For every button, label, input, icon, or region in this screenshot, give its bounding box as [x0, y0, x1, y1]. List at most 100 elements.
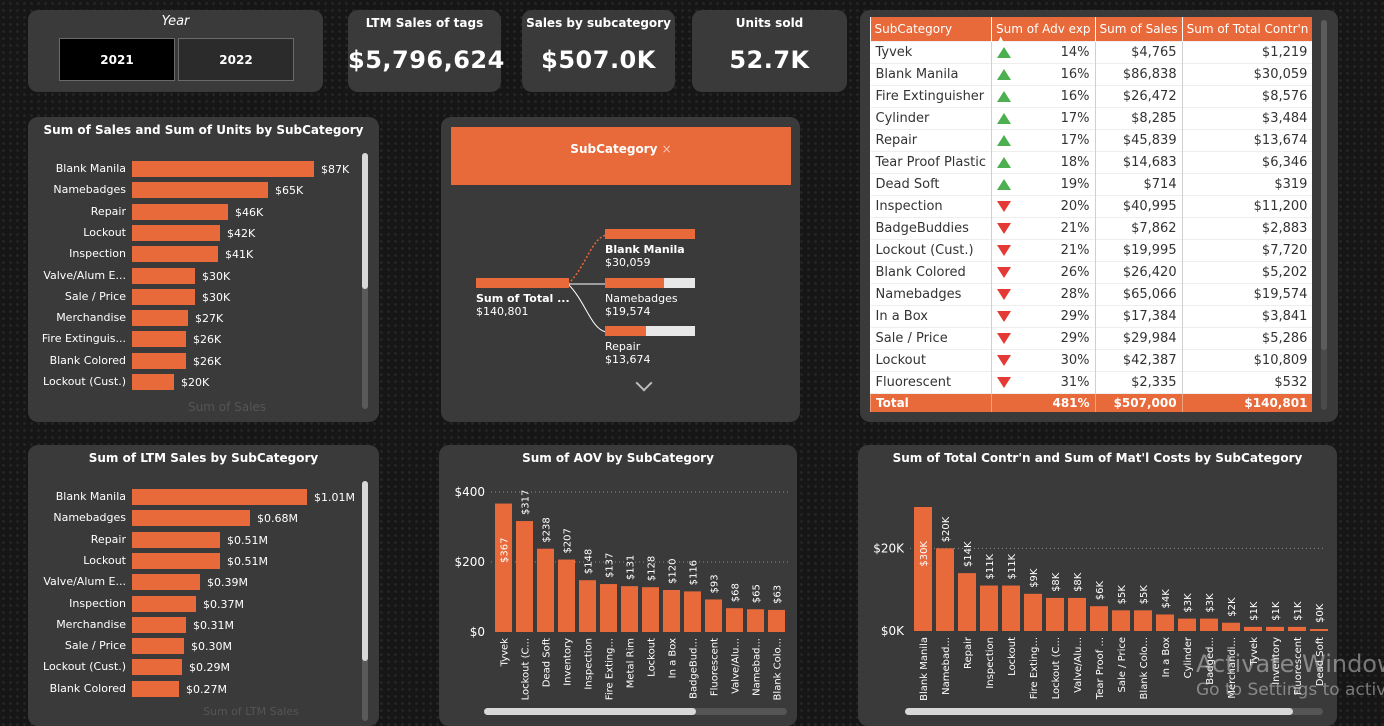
bar[interactable]	[132, 246, 218, 263]
column-bar[interactable]	[579, 580, 596, 632]
year-option-2021[interactable]: 2021	[59, 38, 175, 81]
decomp-child-node[interactable]: Blank Manila $30,059	[605, 229, 697, 269]
table-row[interactable]: Lockout (Cust.) 21% $19,995 $7,720	[870, 239, 1313, 262]
table-row[interactable]: BadgeBuddies 21% $7,862 $2,883	[870, 217, 1313, 240]
column-bar[interactable]	[642, 587, 659, 632]
column-bar[interactable]	[1002, 585, 1020, 631]
decomp-root-node[interactable]: Sum of Total ... $140,801	[476, 278, 570, 318]
bar-row[interactable]: Blank Manila $87K	[28, 161, 358, 177]
bar-row[interactable]: Lockout (Cust.) $20K	[28, 374, 358, 390]
bar-row[interactable]: Sale / Price $0.30M	[28, 638, 358, 655]
column-bar[interactable]	[726, 608, 743, 632]
column-bar[interactable]	[516, 521, 533, 632]
column-bar[interactable]	[537, 548, 554, 632]
ltm-sales-scrollbar-thumb[interactable]	[362, 481, 368, 661]
column-bar[interactable]	[914, 507, 932, 631]
table-row[interactable]: Inspection 20% $40,995 $11,200	[870, 195, 1313, 218]
column-header-adv-exp[interactable]: Sum of Adv exp ▲	[991, 17, 1096, 43]
column-bar[interactable]	[495, 503, 512, 632]
bar[interactable]	[132, 310, 188, 327]
table-row[interactable]: Tyvek 14% $4,765 $1,219	[870, 41, 1313, 64]
matrix-scrollbar[interactable]	[1321, 20, 1327, 410]
column-header-sales[interactable]: Sum of Sales	[1094, 17, 1183, 42]
table-row[interactable]: Tear Proof Plastic 18% $14,683 $6,346	[870, 151, 1313, 174]
column-header-total-contrn[interactable]: Sum of Total Contr'n	[1181, 17, 1313, 42]
bar[interactable]	[132, 161, 314, 177]
column-bar[interactable]	[1310, 629, 1328, 631]
bar-row[interactable]: Repair $46K	[28, 203, 358, 220]
bar[interactable]	[132, 374, 174, 390]
bar[interactable]	[132, 224, 220, 241]
table-row[interactable]: Namebadges 28% $65,066 $19,574	[870, 283, 1313, 306]
bar[interactable]	[132, 595, 196, 612]
table-row[interactable]: Cylinder 17% $8,285 $3,484	[870, 107, 1313, 130]
column-bar[interactable]	[558, 559, 575, 632]
bar[interactable]	[132, 288, 195, 305]
bar-row[interactable]: Blank Colored $0.27M	[28, 680, 358, 697]
table-row[interactable]: Blank Manila 16% $86,838 $30,059	[870, 63, 1313, 86]
column-bar[interactable]	[980, 585, 998, 631]
column-bar[interactable]	[621, 586, 638, 632]
bar[interactable]	[132, 680, 179, 697]
table-row[interactable]: Fire Extinguisher 16% $26,472 $8,576	[870, 85, 1313, 108]
column-bar[interactable]	[1156, 614, 1174, 631]
column-bar[interactable]	[1288, 626, 1306, 631]
column-bar[interactable]	[600, 584, 617, 632]
table-row[interactable]: In a Box 29% $17,384 $3,841	[870, 305, 1313, 328]
column-bar[interactable]	[1046, 597, 1064, 631]
table-row[interactable]: Blank Colored 26% $26,420 $5,202	[870, 261, 1313, 284]
table-row[interactable]: Lockout 30% $42,387 $10,809	[870, 349, 1313, 372]
table-row[interactable]: Fluorescent 31% $2,335 $532	[870, 371, 1313, 394]
bar[interactable]	[132, 510, 250, 527]
bar-row[interactable]: Merchandise $0.31M	[28, 616, 358, 633]
column-bar[interactable]	[1266, 626, 1284, 631]
column-bar[interactable]	[1134, 610, 1152, 631]
bar[interactable]	[132, 638, 184, 655]
sales-units-scrollbar-thumb[interactable]	[362, 153, 368, 289]
table-row[interactable]: Repair 17% $45,839 $13,674	[870, 129, 1313, 152]
column-bar[interactable]	[663, 590, 680, 632]
bar[interactable]	[132, 531, 220, 548]
table-row[interactable]: Dead Soft 19% $714 $319	[870, 173, 1313, 196]
bar[interactable]	[132, 352, 186, 369]
column-bar[interactable]	[1178, 618, 1196, 631]
column-bar[interactable]	[684, 591, 701, 632]
column-bar[interactable]	[1244, 626, 1262, 631]
matrix-scrollbar-thumb[interactable]	[1321, 20, 1327, 350]
bar[interactable]	[132, 489, 307, 505]
bar-row[interactable]: Sale / Price $30K	[28, 288, 358, 305]
bar[interactable]	[132, 552, 220, 569]
bar-row[interactable]: Lockout (Cust.) $0.29M	[28, 659, 358, 676]
bar-row[interactable]: Blank Colored $26K	[28, 352, 358, 369]
sales-units-scrollbar[interactable]	[362, 153, 368, 409]
decomp-child-node[interactable]: Namebadges $19,574	[605, 278, 697, 318]
bar[interactable]	[132, 659, 182, 676]
column-bar[interactable]	[1068, 597, 1086, 631]
decomp-child-node[interactable]: Repair $13,674	[605, 326, 697, 366]
column-bar[interactable]	[705, 599, 722, 632]
column-bar[interactable]	[1200, 618, 1218, 631]
bar-row[interactable]: Namebadges $65K	[28, 182, 358, 199]
aov-scrollbar-thumb[interactable]	[484, 708, 696, 715]
column-bar[interactable]	[747, 609, 764, 632]
year-option-2022[interactable]: 2022	[178, 38, 294, 81]
bar-row[interactable]: Namebadges $0.68M	[28, 510, 358, 527]
column-bar[interactable]	[1024, 593, 1042, 631]
ltm-sales-scrollbar[interactable]	[362, 481, 368, 721]
bar-row[interactable]: Lockout $42K	[28, 224, 358, 241]
table-row[interactable]: Sale / Price 29% $29,984 $5,286	[870, 327, 1313, 350]
column-bar[interactable]	[1222, 622, 1240, 631]
bar-row[interactable]: Valve/Alum E... $0.39M	[28, 574, 358, 591]
column-bar[interactable]	[1090, 606, 1108, 631]
bar-row[interactable]: Inspection $0.37M	[28, 595, 358, 612]
bar[interactable]	[132, 267, 195, 284]
bar[interactable]	[132, 182, 268, 199]
bar[interactable]	[132, 331, 186, 348]
bar-row[interactable]: Repair $0.51M	[28, 531, 358, 548]
bar-row[interactable]: Inspection $41K	[28, 246, 358, 263]
aov-scrollbar[interactable]	[484, 708, 787, 715]
bar-row[interactable]: Valve/Alum E... $30K	[28, 267, 358, 284]
column-bar[interactable]	[768, 609, 785, 632]
bar[interactable]	[132, 203, 228, 220]
bar-row[interactable]: Blank Manila $1.01M	[28, 489, 358, 505]
